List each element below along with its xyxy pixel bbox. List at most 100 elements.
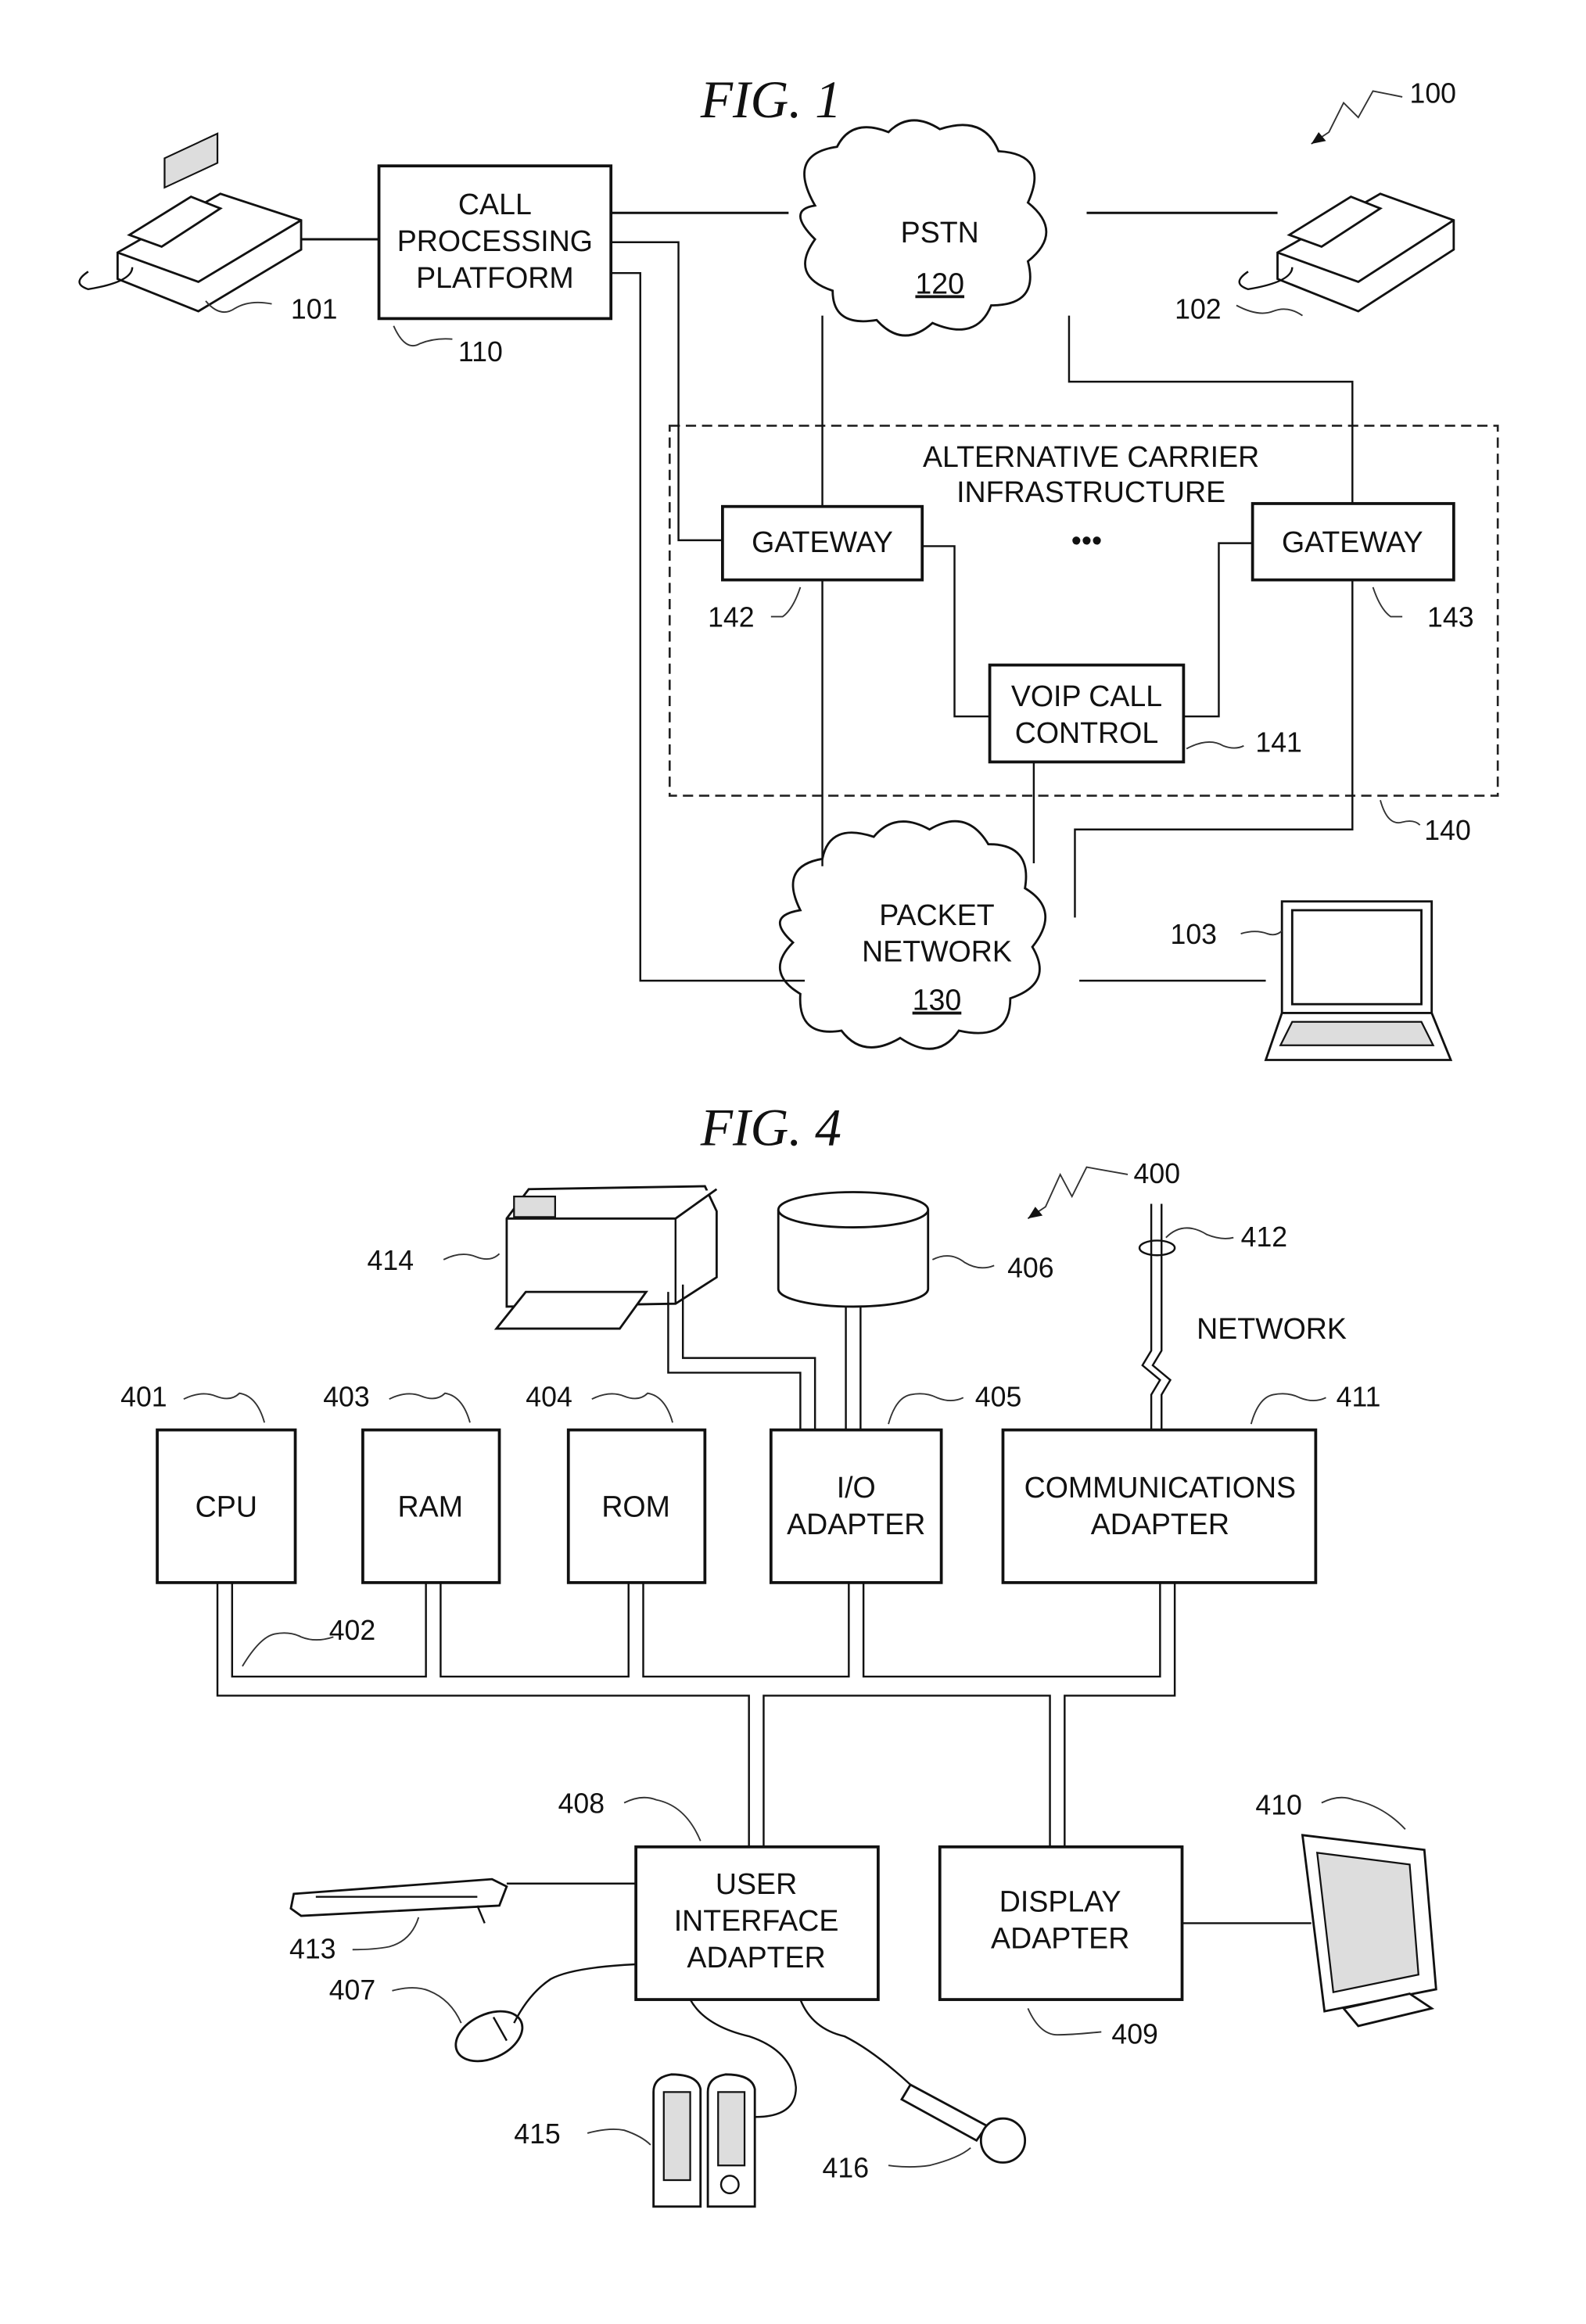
- pstn-label: PSTN: [901, 216, 979, 249]
- ref-408-leader: [623, 1796, 702, 1842]
- ref-416-leader: [888, 2146, 971, 2168]
- packet-network-line-2: NETWORK: [862, 935, 1012, 968]
- communications-adapter-411: COMMUNICATIONS ADAPTER: [1001, 1428, 1318, 1584]
- gateway-143: GATEWAY: [1250, 502, 1455, 582]
- packet-network-line-1: PACKET: [879, 898, 994, 931]
- gateway-142: GATEWAY: [721, 504, 924, 582]
- ref-401-leader: [183, 1392, 266, 1423]
- io-adapter-line-2: ADAPTER: [787, 1508, 925, 1540]
- ref-143: 143: [1427, 602, 1474, 633]
- ellipsis: •••: [1071, 524, 1102, 557]
- voip-call-control: VOIP CALL CONTROL: [988, 663, 1186, 764]
- ref-402-leader: [242, 1632, 334, 1667]
- ref-120: 120: [915, 267, 964, 299]
- ref-403-leader: [389, 1392, 471, 1423]
- ref-401: 401: [120, 1382, 167, 1413]
- user-interface-adapter-408: USER INTERFACE ADAPTER: [634, 1845, 880, 2001]
- ref-410: 410: [1255, 1790, 1302, 1821]
- ref-409: 409: [1111, 2018, 1157, 2050]
- ui-adapter-line-1: USER: [716, 1867, 797, 1900]
- mouse-407-icon: [454, 2010, 524, 2063]
- disk-storage-406-icon: [777, 1191, 930, 1308]
- ref-407: 407: [329, 1974, 376, 2006]
- rom-label: ROM: [601, 1490, 670, 1522]
- voip-line-1: VOIP CALL: [1011, 680, 1162, 712]
- ref-141: 141: [1255, 726, 1302, 758]
- platform-line-3: PLATFORM: [416, 261, 574, 294]
- alt-carrier-line-2: INFRASTRUCTURE: [956, 475, 1225, 508]
- fig4-title: FIG. 4: [700, 1098, 841, 1157]
- ram-403: RAM: [361, 1428, 501, 1584]
- ref-400-arrow-icon: [1028, 1207, 1043, 1219]
- ref-414: 414: [368, 1245, 414, 1276]
- ref-406: 406: [1007, 1252, 1054, 1283]
- ref-140-leader: [1380, 799, 1421, 826]
- io-adapter-line-1: I/O: [837, 1471, 876, 1504]
- comm-adapter-line-1: COMMUNICATIONS: [1024, 1471, 1297, 1504]
- ref-130: 130: [913, 984, 962, 1017]
- ref-103: 103: [1171, 919, 1218, 950]
- ref-100-leader: [1311, 90, 1403, 145]
- packet-network-cloud: PACKET NETWORK 130: [778, 819, 1047, 1050]
- comm-adapter-line-2: ADAPTER: [1091, 1508, 1229, 1540]
- ref-103-leader: [1240, 930, 1283, 936]
- ref-408: 408: [558, 1788, 605, 1820]
- ref-410-leader: [1321, 1796, 1406, 1830]
- ref-400-leader: [1027, 1166, 1128, 1220]
- monitor-410-icon: [1301, 1834, 1437, 2028]
- speakers-415-icon: [652, 2073, 756, 2208]
- ref-140: 140: [1424, 815, 1471, 846]
- ref-110: 110: [458, 336, 503, 368]
- ref-413: 413: [289, 1934, 336, 1965]
- network-label: NETWORK: [1197, 1312, 1347, 1345]
- pstn-cloud: PSTN 120: [799, 119, 1048, 337]
- ref-402: 402: [329, 1615, 376, 1646]
- cpu-label: CPU: [196, 1490, 257, 1522]
- link-mic-ui: [799, 1999, 912, 2086]
- ref-100-arrow-icon: [1311, 131, 1326, 144]
- telephone-101-icon: [78, 132, 303, 313]
- gateway-142-label: GATEWAY: [752, 525, 893, 558]
- ui-adapter-line-3: ADAPTER: [687, 1941, 825, 1974]
- ref-406-leader: [931, 1255, 995, 1269]
- ref-415: 415: [514, 2118, 561, 2150]
- display-adapter-line-1: DISPLAY: [999, 1885, 1121, 1917]
- platform-line-1: CALL: [458, 188, 532, 221]
- ui-adapter-line-2: INTERFACE: [674, 1904, 839, 1937]
- ref-405-leader: [888, 1393, 964, 1425]
- platform-line-2: PROCESSING: [397, 224, 593, 257]
- io-adapter-405: I/O ADAPTER: [769, 1428, 943, 1584]
- laptop-103-icon: [1264, 900, 1453, 1061]
- ref-407-leader: [392, 1987, 462, 2024]
- ref-101-leader: [205, 300, 272, 314]
- ref-405: 405: [975, 1382, 1022, 1413]
- ref-413-leader: [352, 1917, 420, 1951]
- ram-label: RAM: [398, 1490, 463, 1522]
- fig1: FIG. 1 100 101 CALL PROCESSING PLATFORM …: [78, 70, 1499, 1061]
- ref-414-leader: [443, 1253, 501, 1261]
- ref-403: 403: [323, 1382, 370, 1413]
- ref-416: 416: [823, 2152, 870, 2183]
- fig4: FIG. 4 400 414 406 412 NETWORK CPU 401 R…: [120, 1098, 1437, 2208]
- display-adapter-409: DISPLAY ADAPTER: [938, 1845, 1184, 2001]
- ref-411: 411: [1337, 1382, 1381, 1413]
- voip-line-2: CONTROL: [1015, 716, 1159, 749]
- ref-100: 100: [1410, 77, 1457, 109]
- rom-404: ROM: [566, 1428, 707, 1584]
- ref-404-leader: [591, 1392, 673, 1423]
- ref-102-leader: [1236, 304, 1304, 317]
- microphone-416-icon: [899, 2083, 1027, 2164]
- link-mouse-ui: [513, 1963, 637, 2024]
- ref-415-leader: [587, 2129, 651, 2146]
- ref-411-leader: [1250, 1393, 1326, 1425]
- ref-141-leader: [1186, 741, 1244, 750]
- ref-400: 400: [1134, 1158, 1181, 1189]
- ref-142-leader: [770, 586, 802, 618]
- ref-412: 412: [1241, 1221, 1288, 1253]
- ref-409-leader: [1027, 2007, 1102, 2036]
- ref-102: 102: [1175, 293, 1222, 325]
- patent-drawing-sheet: FIG. 1 100 101 CALL PROCESSING PLATFORM …: [78, 70, 1499, 2208]
- network-line-412: [1138, 1203, 1176, 1432]
- telephone-102-icon: [1238, 192, 1455, 313]
- display-adapter-line-2: ADAPTER: [991, 1921, 1129, 1954]
